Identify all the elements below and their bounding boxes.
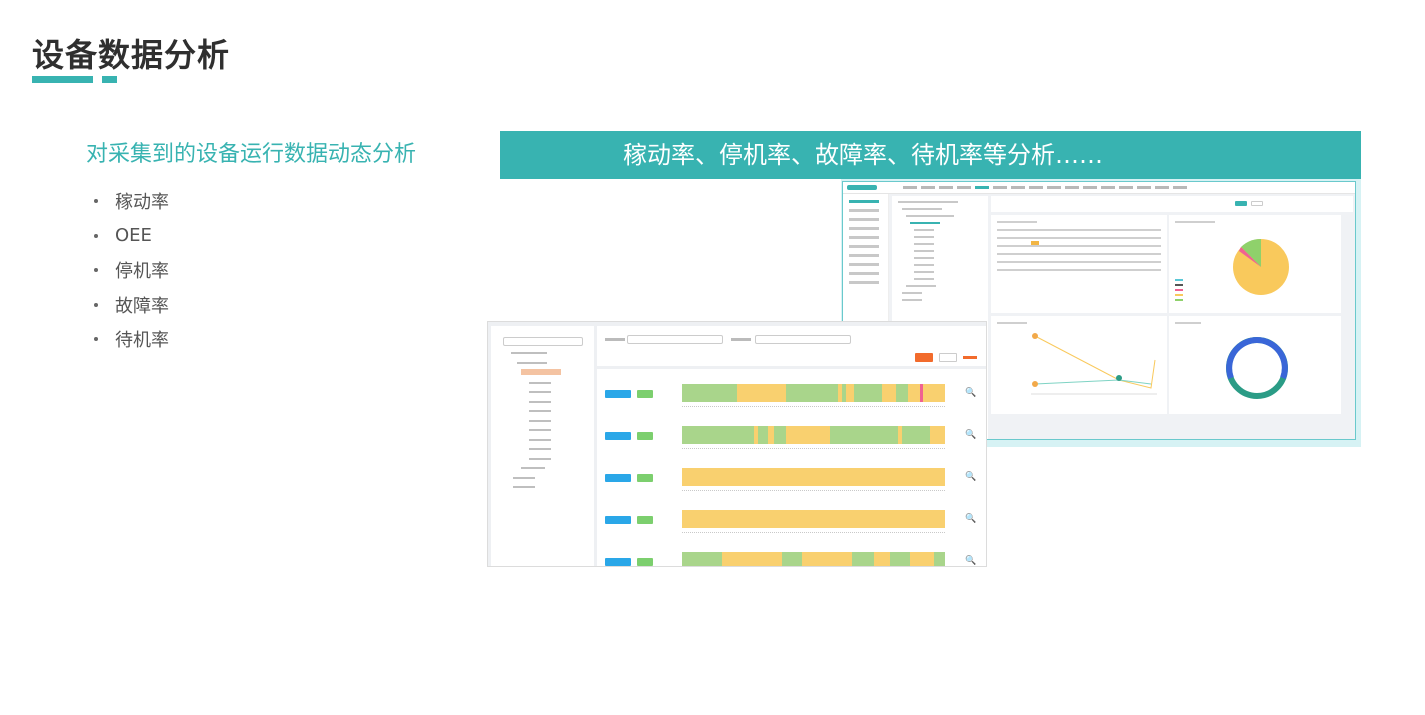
magnifier-icon[interactable]: 🔍 bbox=[965, 388, 976, 398]
timeline-screenshot: 🔍 🔍 🔍 🔍 🔍 bbox=[487, 321, 987, 567]
magnifier-icon[interactable]: 🔍 bbox=[965, 556, 976, 566]
title-underline-long bbox=[32, 76, 93, 83]
rate-gauge-card bbox=[1169, 316, 1341, 414]
rate-gauge-chart bbox=[1226, 337, 1288, 399]
production-line-chart bbox=[1031, 333, 1157, 395]
bullet-dot-icon bbox=[94, 337, 98, 342]
screenshot-filter-bar bbox=[991, 196, 1353, 212]
feature-item: OEE bbox=[94, 219, 169, 254]
status-pie-chart bbox=[1233, 238, 1289, 295]
feature-item: 稼动率 bbox=[94, 184, 169, 219]
feature-item: 故障率 bbox=[94, 288, 169, 323]
bullet-dot-icon bbox=[94, 302, 98, 307]
analysis-banner: 稼动率、停机率、故障率、待机率等分析…… bbox=[500, 131, 1361, 179]
timeline-row: 🔍 bbox=[597, 453, 986, 495]
bullet-dot-icon bbox=[94, 268, 98, 273]
bullet-dot-icon bbox=[94, 233, 98, 238]
device-info-card bbox=[991, 215, 1167, 313]
screenshot-tree-search bbox=[503, 337, 583, 346]
timeline-row: 🔍 bbox=[597, 537, 986, 566]
production-line-card bbox=[991, 316, 1167, 414]
title-underline-short bbox=[102, 76, 117, 83]
feature-item: 停机率 bbox=[94, 253, 169, 288]
status-pie-card bbox=[1169, 215, 1341, 313]
screenshot-timeline-panel: 🔍 🔍 🔍 🔍 🔍 bbox=[597, 369, 986, 566]
page-title: 设备数据分析 bbox=[32, 36, 231, 74]
feature-item: 待机率 bbox=[94, 322, 169, 357]
logo bbox=[847, 185, 877, 190]
feature-list: 稼动率 OEE 停机率 故障率 待机率 bbox=[94, 184, 169, 357]
section-subtitle: 对采集到的设备运行数据动态分析 bbox=[86, 142, 417, 167]
magnifier-icon[interactable]: 🔍 bbox=[965, 514, 976, 524]
magnifier-icon[interactable]: 🔍 bbox=[965, 430, 976, 440]
magnifier-icon[interactable]: 🔍 bbox=[965, 472, 976, 482]
screenshot-topbar bbox=[843, 182, 1355, 194]
bullet-dot-icon bbox=[94, 199, 98, 204]
timeline-row: 🔍 bbox=[597, 495, 986, 537]
timeline-row: 🔍 bbox=[597, 411, 986, 453]
timeline-row: 🔍 bbox=[597, 369, 986, 411]
screenshot-device-tree bbox=[491, 326, 594, 566]
screenshot-date-filter bbox=[597, 326, 986, 366]
screenshot-nav bbox=[903, 186, 1187, 189]
